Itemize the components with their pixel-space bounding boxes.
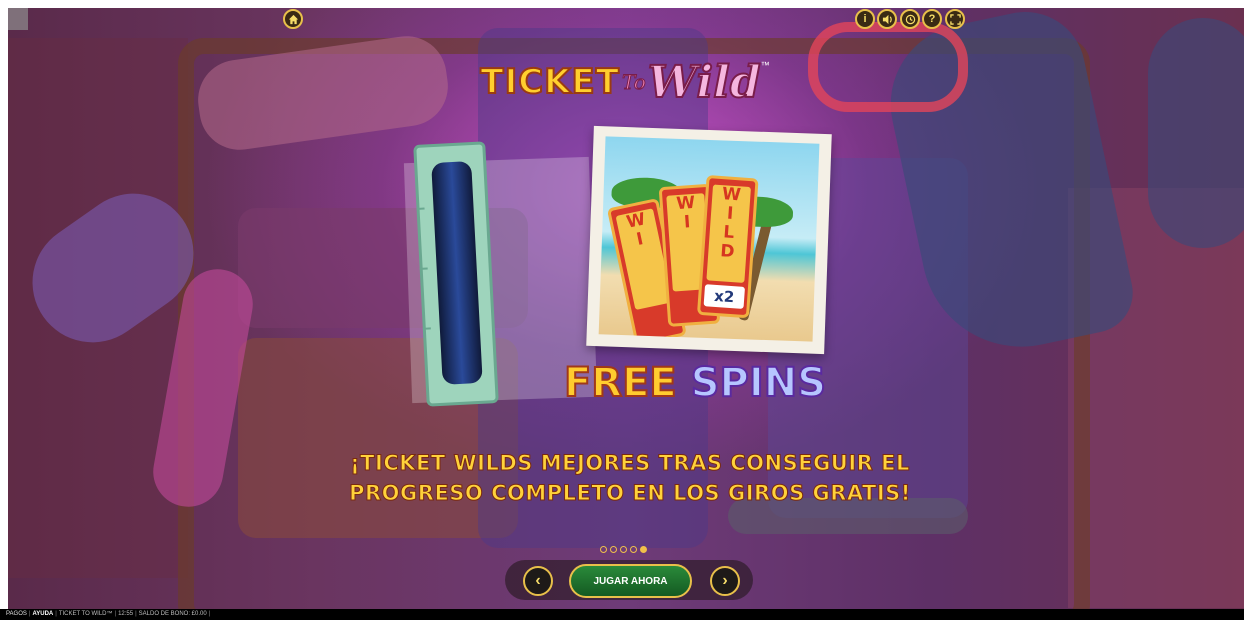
page-dot[interactable] — [620, 546, 627, 553]
previous-button[interactable]: ‹ — [523, 566, 553, 596]
logo-to-text: To — [621, 70, 646, 95]
feature-description: ¡TICKET WILDS MEJORES TRAS CONSEGUIR EL … — [349, 451, 911, 506]
wild-ticket-face: W I L D — [706, 184, 751, 283]
page-indicator — [600, 546, 647, 553]
wild-letter: W — [675, 192, 696, 215]
sneaker — [1148, 18, 1244, 248]
wild-letter: I — [683, 212, 691, 233]
info-icon: i — [863, 13, 867, 25]
sound-button[interactable] — [877, 9, 897, 29]
next-button[interactable]: › — [710, 566, 740, 596]
clock: 12:55 — [118, 611, 134, 617]
wild-letter: D — [719, 241, 736, 263]
chevron-left-icon: ‹ — [535, 572, 541, 589]
meter-fill — [431, 161, 483, 385]
logo-wild-text: Wild — [647, 56, 762, 109]
spins-word: SPINS — [690, 359, 827, 407]
fullscreen-button[interactable] — [945, 9, 965, 29]
ayuda-link[interactable]: AYUDA — [32, 611, 53, 617]
meter-notch — [416, 207, 425, 210]
chevron-right-icon: › — [722, 572, 728, 589]
page-dot-active[interactable] — [640, 546, 647, 553]
beach-photo: W I W I W I L D x2 — [598, 136, 820, 342]
page-dot[interactable] — [630, 546, 637, 553]
play-now-button[interactable]: JUGAR AHORA — [569, 564, 692, 598]
sound-icon — [882, 14, 892, 24]
pagos-link[interactable]: PAGOS — [6, 611, 27, 617]
wild-letter: I — [726, 203, 734, 224]
history-icon — [905, 14, 915, 24]
free-spins-title: FREE SPINS — [540, 359, 850, 416]
logo-ticket-text: TICKET — [479, 61, 620, 103]
page-dot[interactable] — [610, 546, 617, 553]
corner-indicator — [8, 8, 28, 30]
free-spins-progress-meter — [413, 141, 499, 407]
info-button[interactable]: i — [855, 9, 875, 29]
wild-letter: I — [634, 229, 646, 251]
heart-sunglasses — [808, 22, 968, 112]
game-name: TICKET TO WILD™ — [58, 611, 113, 617]
game-logo: TICKET To Wild ™ — [479, 52, 770, 112]
meter-notch — [422, 327, 431, 330]
logo-trademark: ™ — [760, 60, 770, 70]
wild-ticket-card-front: W I L D x2 — [696, 175, 759, 319]
multiplier-badge: x2 — [703, 284, 746, 309]
footer-bar: PAGOS | AYUDA | TICKET TO WILD™ | 12:55 | SALDO … — [0, 609, 1244, 620]
help-icon: ? — [928, 13, 936, 25]
history-button[interactable] — [900, 9, 920, 29]
fullscreen-icon — [949, 13, 961, 25]
home-button[interactable] — [283, 9, 303, 29]
home-icon — [288, 14, 298, 24]
wild-letter: L — [722, 222, 735, 244]
wild-letter: W — [721, 184, 742, 206]
page-dot[interactable] — [600, 546, 607, 553]
help-button[interactable]: ? — [922, 9, 942, 29]
free-word: FREE — [563, 359, 678, 407]
bonus-balance: SALDO DE BONO: £0.00 — [138, 611, 207, 617]
meter-notch — [419, 267, 428, 270]
beach-photo-card: W I W I W I L D x2 — [586, 125, 832, 355]
